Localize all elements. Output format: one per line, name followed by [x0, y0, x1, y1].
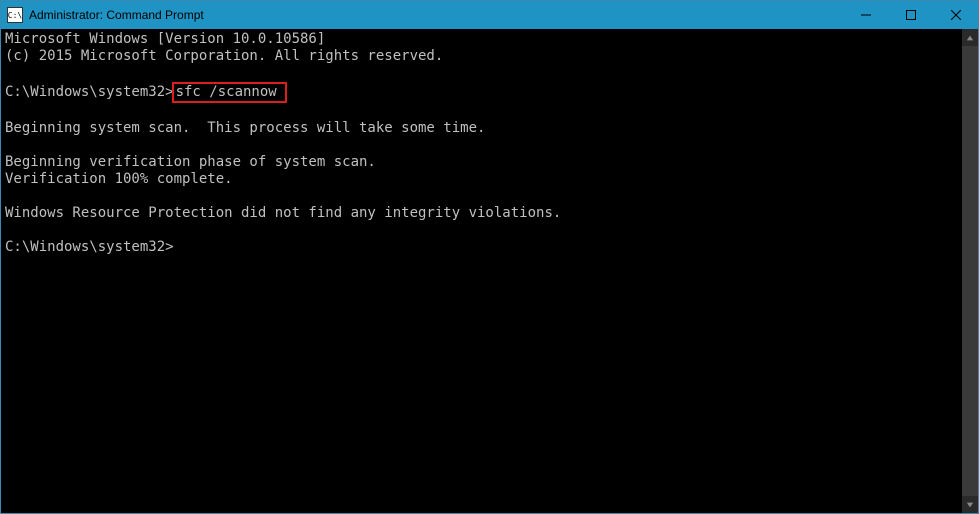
output-line: Beginning verification phase of system s…: [5, 154, 958, 171]
scroll-up-arrow[interactable]: [962, 29, 978, 46]
highlighted-command: sfc /scannow: [172, 82, 287, 103]
app-icon-text: C:\: [8, 11, 22, 20]
command-prompt-window: C:\ Administrator: Command Prompt Micros…: [0, 0, 979, 514]
maximize-button[interactable]: [888, 1, 933, 29]
blank-line: [5, 137, 958, 154]
output-line: Windows Resource Protection did not find…: [5, 205, 958, 222]
blank-line: [5, 188, 958, 205]
scroll-thumb[interactable]: [962, 46, 978, 496]
prompt-line: C:\Windows\system32>sfc /scannow: [5, 82, 958, 103]
scroll-down-arrow[interactable]: [962, 496, 978, 513]
titlebar[interactable]: C:\ Administrator: Command Prompt: [1, 1, 978, 29]
output-line: (c) 2015 Microsoft Corporation. All righ…: [5, 48, 958, 65]
window-title: Administrator: Command Prompt: [29, 8, 843, 22]
close-button[interactable]: [933, 1, 978, 29]
prompt-line: C:\Windows\system32>: [5, 239, 958, 256]
console-content[interactable]: Microsoft Windows [Version 10.0.10586](c…: [1, 29, 962, 513]
vertical-scrollbar[interactable]: [962, 29, 978, 513]
blank-line: [5, 103, 958, 120]
scroll-track[interactable]: [962, 46, 978, 496]
console-area: Microsoft Windows [Version 10.0.10586](c…: [1, 29, 978, 513]
prompt-text: C:\Windows\system32>: [5, 84, 174, 100]
output-line: Beginning system scan. This process will…: [5, 120, 958, 137]
blank-line: [5, 65, 958, 82]
output-line: Microsoft Windows [Version 10.0.10586]: [5, 31, 958, 48]
prompt-text: C:\Windows\system32>: [5, 239, 174, 255]
blank-line: [5, 222, 958, 239]
window-controls: [843, 1, 978, 29]
app-icon: C:\: [7, 7, 23, 23]
minimize-button[interactable]: [843, 1, 888, 29]
output-line: Verification 100% complete.: [5, 171, 958, 188]
